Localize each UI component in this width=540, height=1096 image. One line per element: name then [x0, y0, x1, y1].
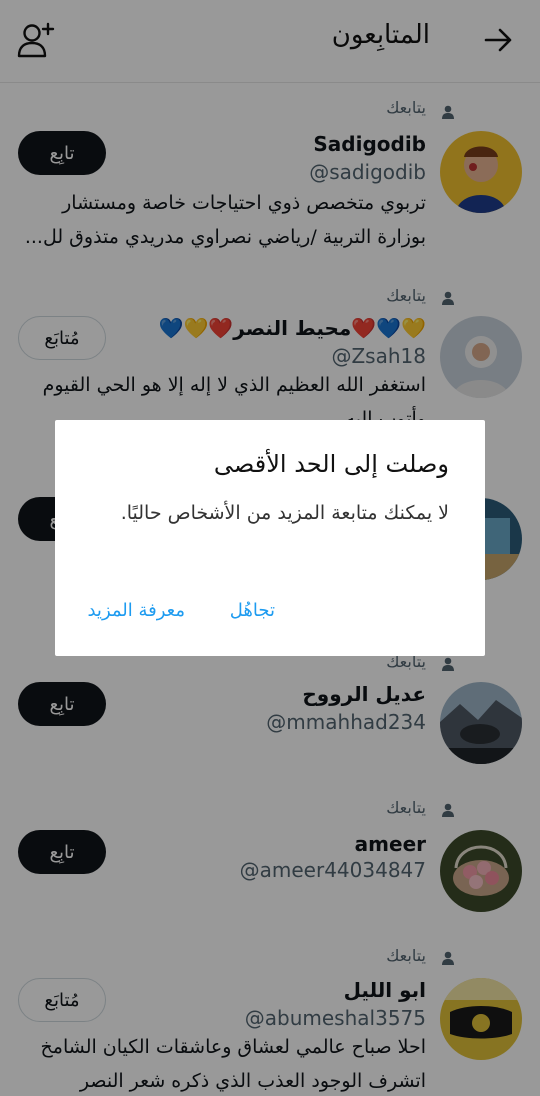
dialog-title: وصلت إلى الحد الأقصى	[213, 450, 449, 478]
ignore-button[interactable]: تجاهُل	[230, 600, 275, 621]
followers-screen: المتابِعون يتابعك Sadigodib @sadigodib ت…	[0, 0, 540, 1096]
learn-more-button[interactable]: معرفة المزيد	[87, 600, 185, 621]
limit-dialog: وصلت إلى الحد الأقصى لا يمكنك متابعة الم…	[55, 420, 485, 656]
dialog-message: لا يمكنك متابعة المزيد من الأشخاص حاليًا…	[120, 502, 449, 524]
